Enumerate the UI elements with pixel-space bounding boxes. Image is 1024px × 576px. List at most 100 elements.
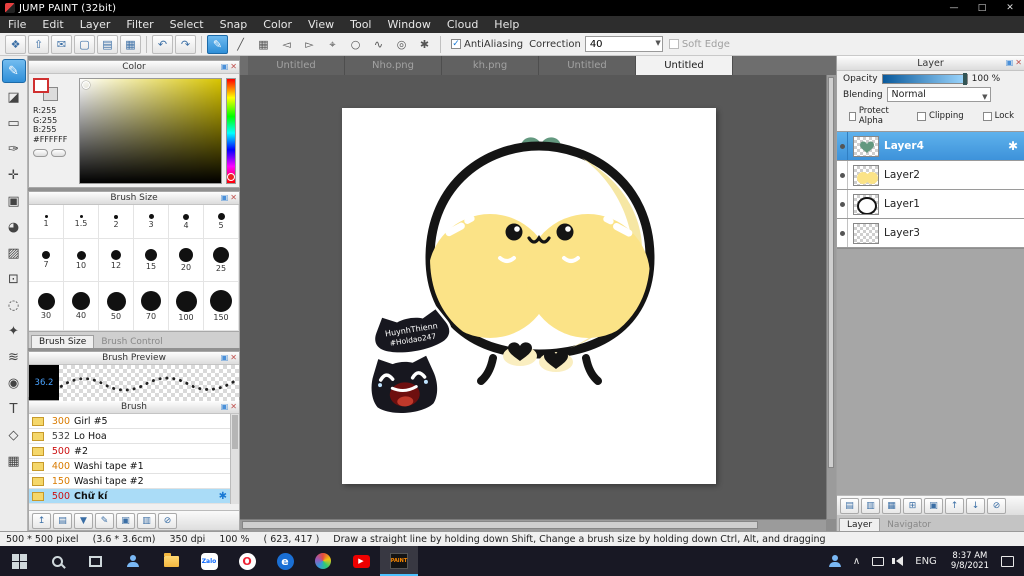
hue-slider-cursor[interactable] (227, 173, 235, 181)
menu-layer[interactable]: Layer (72, 16, 119, 33)
correction-input[interactable] (584, 36, 663, 52)
volume-tray-button[interactable] (890, 546, 909, 576)
popout-icon[interactable] (221, 402, 229, 412)
brush-size-option[interactable]: 5 (204, 205, 239, 239)
duplicate-brush-icon[interactable]: ▥ (137, 512, 156, 529)
redo-button[interactable]: ↷ (175, 34, 196, 54)
palette-icon[interactable]: ❖ (5, 34, 26, 54)
tool-pen[interactable]: ✑ (2, 137, 26, 161)
move-layer-down-icon[interactable]: ↓ (966, 497, 985, 514)
color-swatches[interactable] (33, 78, 63, 104)
tool-smudge[interactable]: ≋ (2, 345, 26, 369)
brush-size-option[interactable]: 10 (64, 239, 99, 282)
move-layer-up-icon[interactable]: ↑ (945, 497, 964, 514)
brush-settings-gear-icon[interactable]: ✱ (219, 491, 227, 502)
doc-tab-untitled-1[interactable]: Untitled (248, 56, 345, 75)
brush-size-option[interactable]: 7 (29, 239, 64, 282)
grid-snap-icon[interactable]: ▦ (253, 35, 274, 54)
brush-size-option[interactable]: 15 (134, 239, 169, 282)
snap-settings-gear-icon[interactable]: ✱ (414, 35, 435, 54)
zalo-app-button[interactable]: Zalo (190, 546, 228, 576)
popout-icon[interactable] (221, 353, 229, 363)
menu-tool[interactable]: Tool (342, 16, 379, 33)
close-icon[interactable] (1015, 57, 1022, 68)
popout-icon[interactable] (221, 62, 229, 72)
tray-person-button[interactable] (823, 546, 847, 576)
brush-item[interactable]: 300 Girl #5 (29, 414, 239, 429)
brush-size-option[interactable]: 100 (169, 282, 204, 331)
maximize-button[interactable]: □ (968, 0, 996, 16)
layer-visibility-toggle[interactable] (837, 132, 848, 160)
brush-item[interactable]: 500 #2 (29, 444, 239, 459)
curve-snap-icon[interactable]: ∿ (368, 35, 389, 54)
popout-icon[interactable] (221, 193, 229, 203)
grid-icon[interactable]: ▦ (120, 34, 141, 54)
screen-icon[interactable]: ▢ (74, 34, 95, 54)
brush-size-option[interactable]: 1.5 (64, 205, 99, 239)
layer-row-layer4[interactable]: Layer4 ✱ (837, 132, 1024, 161)
perspective-right-icon[interactable]: ▻ (299, 35, 320, 54)
file-explorer-button[interactable] (152, 546, 190, 576)
tool-divide[interactable]: ▦ (2, 449, 26, 473)
brush-size-option[interactable]: 12 (99, 239, 134, 282)
antialiasing-checkbox-box[interactable]: ✓ (451, 39, 461, 49)
tool-select-rect[interactable]: ▭ (2, 111, 26, 135)
taskbar-search-button[interactable] (38, 546, 76, 576)
layer-visibility-toggle[interactable] (837, 161, 848, 189)
foreground-color-swatch[interactable] (33, 78, 49, 93)
language-indicator[interactable]: ENG (909, 546, 943, 576)
notification-center-icon[interactable] (1001, 555, 1014, 567)
canvas-viewport[interactable]: HuynhThienn #Holdao247 (240, 75, 826, 519)
tool-move[interactable]: ✛ (2, 163, 26, 187)
palette-toggle-button[interactable] (33, 149, 48, 157)
drawing-canvas[interactable]: HuynhThienn #Holdao247 (342, 108, 716, 484)
tool-select-dotted[interactable]: ⊡ (2, 267, 26, 291)
close-icon[interactable] (230, 353, 237, 363)
undo-button[interactable]: ↶ (152, 34, 173, 54)
doc-tab-untitled-active[interactable]: Untitled (636, 56, 733, 75)
tab-brush-control[interactable]: Brush Control (94, 336, 169, 348)
opacity-slider-handle[interactable] (962, 73, 967, 85)
brush-size-option[interactable]: 1 (29, 205, 64, 239)
tray-chevron-button[interactable]: ∧ (847, 546, 866, 576)
menu-edit[interactable]: Edit (34, 16, 71, 33)
start-button[interactable] (0, 546, 38, 576)
tool-bucket-fill[interactable]: ◕ (2, 215, 26, 239)
brush-upload-icon[interactable]: ↥ (32, 512, 51, 529)
layer-visibility-toggle[interactable] (837, 219, 848, 247)
saturation-value-picker[interactable] (79, 78, 222, 184)
hue-slider[interactable] (226, 78, 236, 184)
delete-brush-icon[interactable]: ⊘ (158, 512, 177, 529)
tool-brush[interactable]: ✎ (1, 59, 26, 83)
export-icon[interactable]: ⇧ (28, 34, 49, 54)
add-brush-icon[interactable]: ▤ (53, 512, 72, 529)
layer-row-layer2[interactable]: Layer2 (837, 161, 1024, 190)
circle-snap-icon[interactable]: ○ (345, 35, 366, 54)
menu-color[interactable]: Color (255, 16, 300, 33)
menu-file[interactable]: File (0, 16, 34, 33)
lock-checkbox[interactable]: Lock (982, 106, 1014, 126)
brush-item[interactable]: 150 Washi tape #2 (29, 474, 239, 489)
tab-layer[interactable]: Layer (839, 518, 881, 531)
brush-mode-button[interactable]: ✎ (207, 34, 228, 54)
tool-shape[interactable]: ◇ (2, 423, 26, 447)
layer-visibility-toggle[interactable] (837, 190, 848, 218)
soft-edge-checkbox-box[interactable] (668, 39, 679, 49)
list-icon[interactable]: ▤ (97, 34, 118, 54)
blending-dropdown[interactable]: Normal ▼ (886, 87, 991, 102)
jump-paint-app-button[interactable]: PAINT (380, 546, 418, 576)
brush-item-selected[interactable]: 500 Chữ kí ✱ (29, 489, 239, 504)
taskbar-clock[interactable]: 8:37 AM 9/8/2021 (943, 551, 997, 571)
brush-size-option[interactable]: 50 (99, 282, 134, 331)
color-picker-cursor[interactable] (82, 81, 90, 89)
protect-alpha-checkbox[interactable]: Protect Alpha (849, 106, 898, 126)
brush-size-option[interactable]: 3 (134, 205, 169, 239)
menu-view[interactable]: View (300, 16, 342, 33)
duplicate-layer-icon[interactable]: ▥ (861, 497, 880, 514)
perspective-left-icon[interactable]: ◅ (276, 35, 297, 54)
tab-brush-size[interactable]: Brush Size (31, 335, 95, 348)
merge-layer-icon[interactable]: ▦ (882, 497, 901, 514)
minimize-button[interactable]: — (940, 0, 968, 16)
menu-select[interactable]: Select (162, 16, 212, 33)
brush-size-option[interactable]: 20 (169, 239, 204, 282)
